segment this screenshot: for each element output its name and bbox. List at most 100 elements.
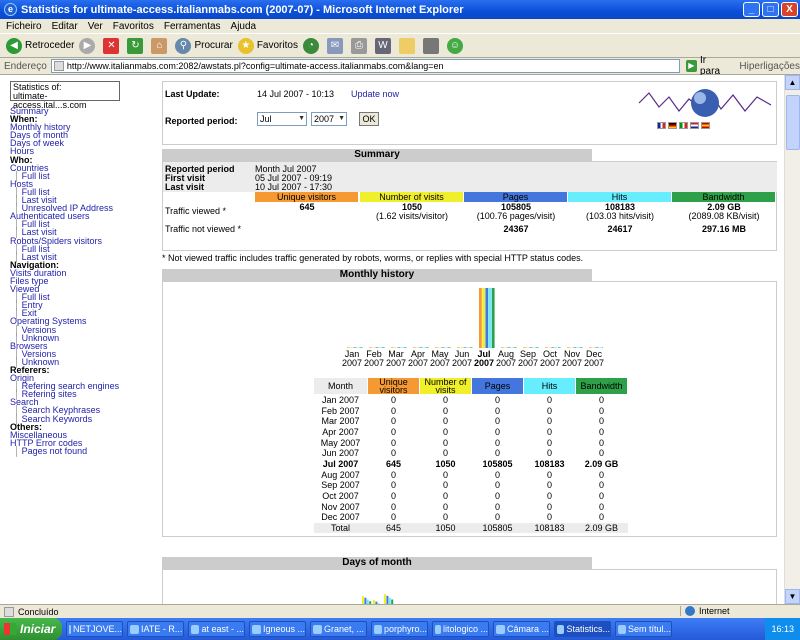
table-cell: 0 <box>598 512 604 523</box>
favorites-button[interactable]: ★ Favoritos <box>237 37 298 54</box>
taskbar-item[interactable]: Igneous ... <box>249 621 306 637</box>
print-button[interactable]: ⎙ <box>350 37 370 54</box>
address-input[interactable]: http://www.italianmabs.com:2082/awstats.… <box>50 59 680 73</box>
monthly-bar-dec-pages <box>595 347 599 348</box>
reported-period-label: Reported period: <box>165 116 238 126</box>
links-toolbar[interactable]: Hiperligações <box>739 61 800 72</box>
clock: 16:13 <box>771 624 794 634</box>
table-cell: 0 <box>494 395 500 406</box>
update-now-link[interactable]: Update now <box>351 89 399 99</box>
menu-ficheiro[interactable]: Ficheiro <box>6 21 42 32</box>
month-tick-year: 2007 <box>363 358 385 368</box>
edit-button[interactable]: W <box>374 37 394 54</box>
scroll-down-icon[interactable]: ▼ <box>785 589 800 604</box>
messenger-button[interactable]: ☺ <box>446 37 466 54</box>
taskbar-item[interactable]: Câmara ... <box>493 621 550 637</box>
back-button[interactable]: ◀ Retroceder <box>6 37 74 54</box>
home-icon: ⌂ <box>151 37 168 54</box>
home-button[interactable]: ⌂ <box>151 37 170 54</box>
monthly-bar-jan-unique-visitors <box>347 347 350 348</box>
taskbar-item[interactable]: NETJOVE... <box>66 621 123 637</box>
taskbar-item-label: NETJOVE... <box>72 624 122 634</box>
menu-editar[interactable]: Editar <box>52 21 78 32</box>
traffic-note: * Not viewed traffic includes traffic ge… <box>162 253 584 263</box>
table-cell: 0 <box>598 480 604 491</box>
table-cell: 0 <box>390 426 396 437</box>
stop-button[interactable]: ✕ <box>103 37 122 54</box>
summary-notviewed-pages: 24367 <box>503 224 529 234</box>
go-button[interactable]: ▶ Ir para <box>685 55 728 77</box>
table-cell: 0 <box>546 469 552 480</box>
summary-viewed-sub-number-of-visits: (1.62 visits/visitor) <box>375 211 448 221</box>
app-icon <box>130 624 139 634</box>
flag-fr-icon[interactable] <box>657 122 666 129</box>
table-cell: 0 <box>546 491 552 502</box>
mail-icon: ✉ <box>326 37 343 54</box>
monthly-bar-dec-bandwidth <box>601 347 603 348</box>
month-tick-year: 2007 <box>495 358 517 368</box>
monthly-bar-aug-unique-visitors <box>501 347 504 348</box>
taskbar-item[interactable]: Granet, ... <box>310 621 367 637</box>
flag-it-icon[interactable] <box>679 122 688 129</box>
table-cell: Jan 2007 <box>321 395 360 406</box>
refresh-button[interactable]: ↻ <box>127 37 146 54</box>
flag-es-icon[interactable] <box>701 122 710 129</box>
monthly-bar-mar-number-of-visits <box>394 347 397 348</box>
table-cell: Total <box>313 522 368 534</box>
taskbar-item[interactable]: Sem títul... <box>615 621 672 637</box>
table-cell: 0 <box>390 512 396 523</box>
monthly-bar-jul-unique-visitors <box>479 288 482 348</box>
messenger-icon: ☺ <box>446 37 463 54</box>
monthly-bar-apr-hits <box>422 347 426 348</box>
ok-button[interactable]: OK <box>359 112 379 126</box>
menu-favoritos[interactable]: Favoritos <box>113 21 154 32</box>
menu-ajuda[interactable]: Ajuda <box>231 21 257 32</box>
taskbar-item[interactable]: porphyro... <box>371 621 428 637</box>
taskbar-item[interactable]: litologico ... <box>432 621 489 637</box>
menu-ferramentas[interactable]: Ferramentas <box>164 21 221 32</box>
discuss-button[interactable] <box>398 37 418 54</box>
vertical-scrollbar[interactable]: ▲ ▼ <box>784 75 800 604</box>
scroll-up-icon[interactable]: ▲ <box>785 75 800 90</box>
traffic-not-viewed-label: Traffic not viewed * <box>165 224 242 234</box>
taskbar-item[interactable]: at east - ... <box>188 621 245 637</box>
summary-viewed-unique-visitors: 645 <box>299 202 315 212</box>
month-tick-label: May 2007 <box>429 350 451 368</box>
close-button[interactable]: X <box>781 2 798 17</box>
monthly-bar-dec-unique-visitors <box>589 347 592 348</box>
table-row: Oct 2007 0 0 0 0 0 <box>314 491 628 502</box>
research-button[interactable] <box>422 37 442 54</box>
app-icon <box>618 624 626 634</box>
mail-button[interactable]: ✉ <box>326 37 346 54</box>
table-cell: 0 <box>598 426 604 437</box>
table-cell: 0 <box>494 491 500 502</box>
taskbar-item[interactable]: Statistics... <box>554 621 611 637</box>
minimize-button[interactable]: _ <box>743 2 760 17</box>
flag-de-icon[interactable] <box>668 122 677 129</box>
month-select[interactable]: Jul <box>257 112 307 126</box>
table-cell: 0 <box>494 405 500 416</box>
scroll-thumb[interactable] <box>786 95 800 150</box>
forward-button[interactable]: ▶ <box>79 37 98 54</box>
table-row: Sep 2007 0 0 0 0 0 <box>314 480 628 491</box>
nav-subitem-link[interactable]: Pages not found <box>14 446 87 456</box>
monthly-col-header: Month <box>313 377 368 395</box>
print-icon: ⎙ <box>350 37 367 54</box>
monthly-col-header: Hits <box>523 377 576 395</box>
table-cell: 0 <box>494 416 500 427</box>
search-button[interactable]: ⚲ Procurar <box>175 37 233 54</box>
table-cell: 0 <box>598 416 604 427</box>
monthly-col-header: Bandwidth <box>575 377 628 395</box>
flag-nl-icon[interactable] <box>690 122 699 129</box>
menu-ver[interactable]: Ver <box>88 21 103 32</box>
table-cell: 0 <box>598 448 604 459</box>
history-button[interactable]: ◔ <box>302 37 322 54</box>
monthly-bar-nov-pages <box>573 347 577 348</box>
maximize-button[interactable]: □ <box>762 2 779 17</box>
monthly-bar-aug-hits <box>510 347 514 348</box>
year-select[interactable]: 2007 <box>311 112 347 126</box>
taskbar-item[interactable]: IATE - R... <box>127 621 184 637</box>
start-button[interactable]: Iniciar <box>0 618 62 640</box>
taskbar-item-label: porphyro... <box>383 624 427 634</box>
status-bar: Concluído Internet <box>0 604 800 618</box>
